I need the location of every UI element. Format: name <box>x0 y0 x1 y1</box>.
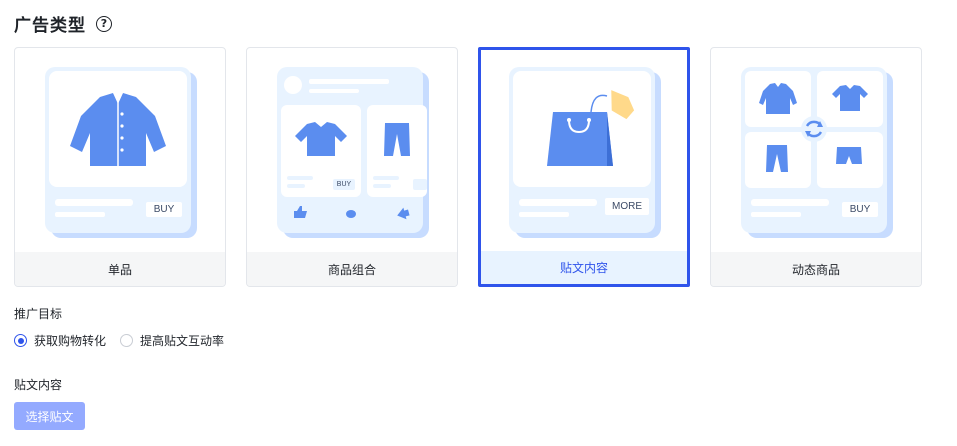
section-title: 广告类型 <box>14 16 86 36</box>
ad-type-header: 广告类型 ? <box>14 11 112 36</box>
radio-unchecked-icon <box>120 334 134 347</box>
help-icon[interactable]: ? <box>96 15 112 32</box>
card-label: 贴文内容 <box>481 251 687 284</box>
radio-post-engagement[interactable]: 提高贴文互动率 <box>120 332 224 349</box>
radio-label: 提高贴文互动率 <box>140 334 225 348</box>
ad-type-card-combo[interactable]: BUY 商品组合 <box>246 47 458 287</box>
shopping-bag-illustration-icon <box>509 67 661 238</box>
promotion-goal-radio-group: 获取购物转化 提高贴文互动率 <box>14 332 238 349</box>
promotion-goal-label: 推广目标 <box>14 307 63 321</box>
card-label: 单品 <box>15 252 225 286</box>
ad-type-card-post[interactable]: MORE 贴文内容 <box>478 47 690 287</box>
card-label: 动态商品 <box>711 252 921 286</box>
ad-type-card-dynamic[interactable]: BUY 动态商品 <box>710 47 922 287</box>
post-content-label: 贴文内容 <box>14 378 63 392</box>
ad-type-card-single[interactable]: BUY 单品 <box>14 47 226 287</box>
radio-checked-icon <box>14 334 27 347</box>
select-post-button[interactable]: 选择贴文 <box>14 402 85 430</box>
more-button-mock: MORE <box>612 201 642 212</box>
buy-button-mock: BUY <box>336 181 352 188</box>
product-combo-illustration-icon <box>277 67 429 238</box>
buy-button-mock: BUY <box>849 204 871 215</box>
jacket-illustration-icon <box>45 67 197 238</box>
radio-shopping-conversion[interactable]: 获取购物转化 <box>14 332 106 349</box>
card-label: 商品组合 <box>247 252 457 286</box>
buy-button-mock: BUY <box>153 204 175 215</box>
radio-label: 获取购物转化 <box>34 334 107 348</box>
dynamic-products-illustration-icon <box>741 67 893 238</box>
